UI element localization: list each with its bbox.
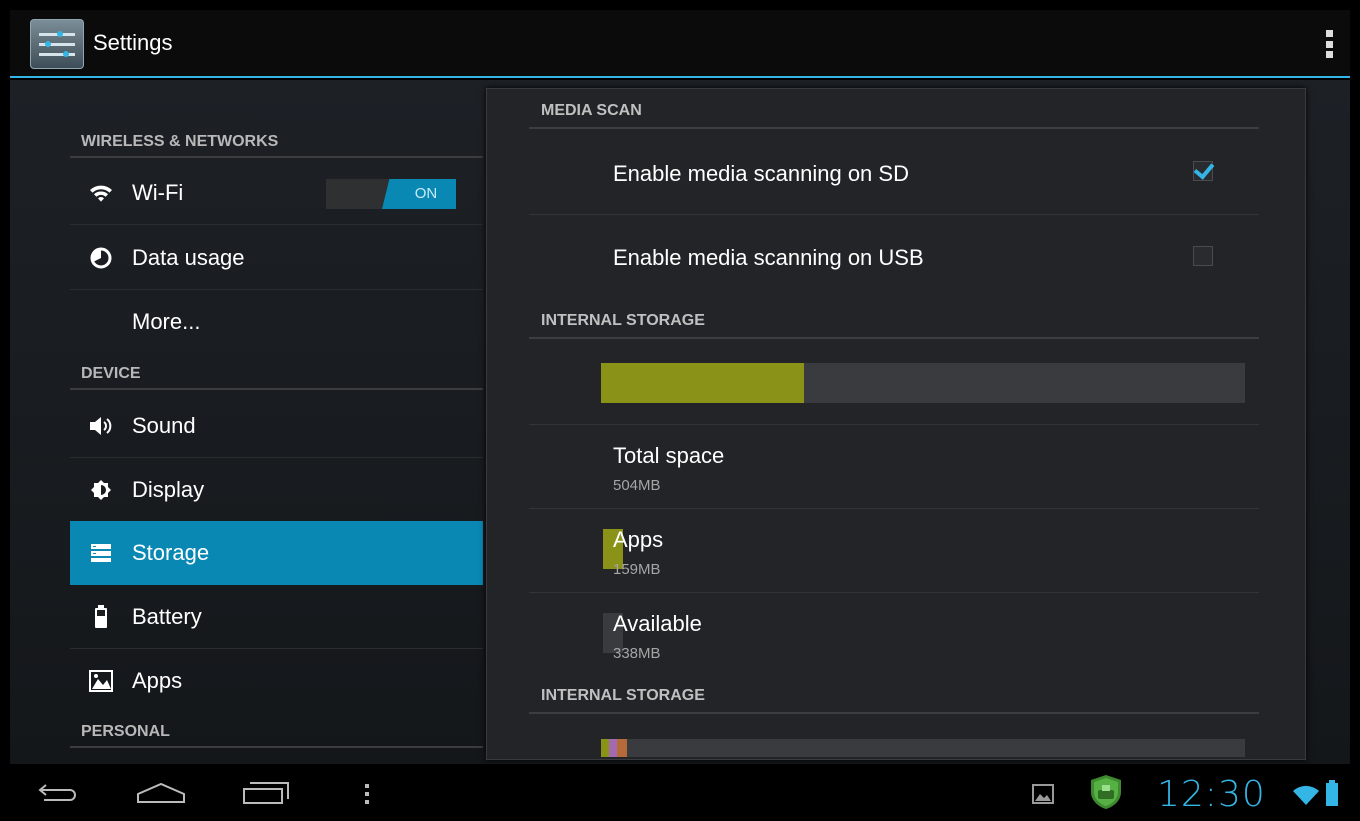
bar-segment — [617, 739, 627, 757]
storage-panel: MEDIA SCAN Enable media scanning on SD E… — [486, 88, 1306, 760]
bar-segment — [601, 739, 609, 757]
total-space-row[interactable]: Total space 504MB — [529, 425, 1259, 509]
sidebar-item-label: Battery — [132, 603, 202, 629]
category-personal: PERSONAL — [70, 712, 483, 748]
sidebar-item-apps[interactable]: Apps — [70, 649, 483, 713]
sidebar-item-label: Storage — [132, 540, 210, 565]
speaker-icon — [82, 413, 120, 439]
recent-apps-icon[interactable] — [242, 782, 290, 809]
storage-usage-bar-2 — [601, 739, 1245, 757]
main-content: WIRELESS & NETWORKS Wi-Fi ON Data usage … — [10, 80, 1350, 764]
back-icon[interactable] — [36, 782, 80, 809]
available-space-label: Available — [613, 611, 702, 636]
sidebar-item-data-usage[interactable]: Data usage — [70, 226, 483, 290]
battery-icon — [82, 604, 120, 630]
category-device: DEVICE — [70, 354, 483, 390]
apps-space-value: 159MB — [613, 561, 661, 578]
wifi-icon — [82, 180, 120, 206]
settings-app-icon[interactable] — [30, 19, 84, 69]
sidebar-item-label: Sound — [132, 412, 196, 438]
page-title: Settings — [93, 30, 173, 55]
data-usage-icon — [82, 245, 120, 271]
sidebar-item-wifi[interactable]: Wi-Fi ON — [70, 161, 483, 225]
security-shield-icon[interactable] — [1089, 774, 1123, 815]
apps-space-label: Apps — [613, 527, 664, 552]
media-scan-usb-checkbox[interactable] — [1193, 246, 1213, 266]
category-wireless-networks: WIRELESS & NETWORKS — [70, 122, 483, 158]
section-header-internal-storage-2: INTERNAL STORAGE — [529, 674, 1259, 714]
status-clock: 12:30 — [1157, 774, 1266, 815]
section-header-media-scan: MEDIA SCAN — [529, 89, 1259, 129]
battery-status-icon — [1326, 780, 1338, 811]
home-icon[interactable] — [136, 782, 186, 809]
sidebar-item-storage[interactable]: Storage — [70, 521, 483, 585]
media-scan-sd-checkbox[interactable] — [1193, 161, 1213, 181]
menu-icon[interactable] — [364, 784, 370, 809]
sidebar-item-label: Display — [132, 476, 205, 502]
apps-icon — [82, 668, 120, 694]
apps-space-row[interactable]: Apps 159MB — [529, 509, 1259, 593]
available-space-row[interactable]: Available 338MB — [529, 593, 1259, 677]
sidebar-item-more[interactable]: More... — [70, 290, 483, 354]
brightness-icon — [82, 477, 120, 503]
media-scan-usb-label: Enable media scanning on USB — [613, 245, 924, 270]
total-space-value: 504MB — [613, 477, 661, 494]
settings-header-list: WIRELESS & NETWORKS Wi-Fi ON Data usage … — [70, 80, 483, 764]
overflow-menu-icon[interactable] — [1326, 30, 1334, 58]
storage-icon — [82, 540, 120, 566]
total-space-label: Total space — [613, 443, 725, 468]
available-space-value: 338MB — [613, 645, 661, 662]
storage-usage-bar-row — [529, 341, 1259, 425]
action-bar: Settings — [10, 10, 1350, 78]
media-scan-sd-row[interactable]: Enable media scanning on SD — [529, 131, 1259, 215]
section-header-internal-storage: INTERNAL STORAGE — [529, 299, 1259, 339]
sidebar-item-label: More... — [132, 309, 201, 334]
wifi-toggle[interactable]: ON — [326, 179, 456, 209]
media-scan-sd-label: Enable media scanning on SD — [613, 161, 909, 186]
sidebar-item-battery[interactable]: Battery — [70, 585, 483, 649]
sidebar-item-display[interactable]: Display — [70, 458, 483, 522]
sidebar-item-label: Apps — [132, 668, 183, 693]
sidebar-item-label: Data usage — [132, 244, 245, 270]
wifi-toggle-state: ON — [382, 179, 456, 209]
storage-used-fill — [601, 363, 804, 403]
sidebar-item-sound[interactable]: Sound — [70, 394, 483, 458]
bar-segment — [609, 739, 617, 757]
media-scan-usb-row[interactable]: Enable media scanning on USB — [529, 216, 1259, 298]
gallery-notification-icon[interactable] — [1032, 784, 1054, 809]
wifi-status-icon — [1292, 784, 1320, 811]
sidebar-item-label: Wi-Fi — [132, 179, 184, 205]
storage-usage-bar — [601, 363, 1245, 403]
system-nav-bar: 12:30 — [10, 764, 1350, 821]
